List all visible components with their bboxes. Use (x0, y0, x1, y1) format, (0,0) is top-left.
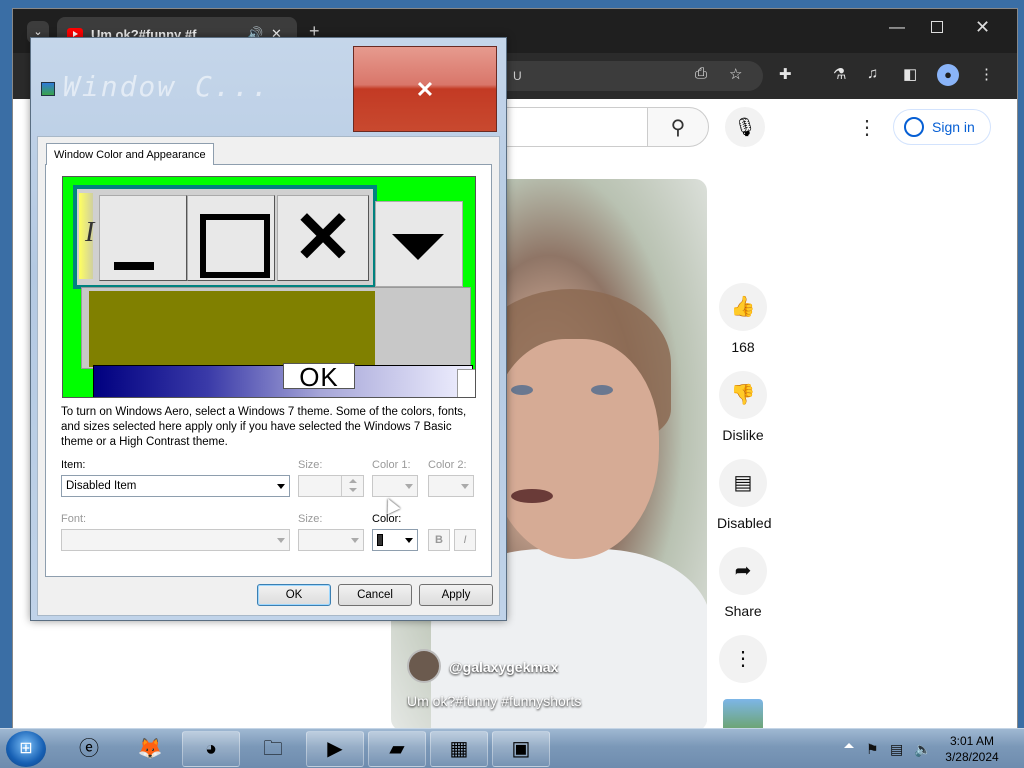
color-swatch (377, 534, 383, 546)
share-label: Share (724, 603, 762, 619)
like-count: 168 (731, 339, 755, 355)
video-face (489, 339, 659, 559)
preview-ok-button: OK (283, 363, 355, 390)
item-label: Item: (61, 459, 86, 471)
dialog-title: Window C... (63, 70, 271, 103)
profile-avatar-icon[interactable]: ● (937, 64, 959, 86)
youtube-menu-kebab-icon[interactable]: ⋮ (857, 115, 877, 140)
account-circle-icon (904, 117, 924, 137)
color2-label: Color 2: (428, 459, 467, 471)
search-icon[interactable]: ⚲ (647, 107, 709, 147)
aero-note: To turn on Windows Aero, select a Window… (61, 406, 467, 448)
minimize-button[interactable]: — (889, 19, 905, 37)
clock-time[interactable]: 3:01 AM (930, 734, 1014, 748)
color1-label: Color 1: (372, 459, 411, 471)
preview-close-icon: ✕ (277, 195, 369, 281)
personalization-taskbar-icon[interactable]: ▣ (492, 731, 550, 767)
channel-name[interactable]: @galaxygekmax (449, 659, 558, 675)
side-panel-icon[interactable]: ◧ (903, 65, 917, 83)
show-hidden-icons-icon[interactable] (844, 743, 854, 748)
cancel-button[interactable]: Cancel (338, 584, 412, 606)
preview-window-area (89, 291, 375, 367)
labs-flask-icon[interactable]: ⚗ (833, 65, 846, 83)
action-center-flag-icon[interactable]: ⚑ (866, 741, 879, 758)
sticky-notes-icon[interactable]: ▰ (368, 731, 426, 767)
preview-dropdown-icon (375, 201, 463, 287)
video-eye-left (511, 385, 533, 395)
sign-in-button[interactable]: Sign in (893, 109, 991, 145)
microphone-icon[interactable]: 🎙 (725, 107, 765, 147)
chevron-down-icon (461, 484, 469, 489)
thumbs-down-icon[interactable]: 👎 (719, 371, 767, 419)
more-options-icon[interactable]: ⋮ (719, 635, 767, 683)
thumbs-up-icon[interactable]: 👍 (719, 283, 767, 331)
chevron-down-icon (405, 538, 413, 543)
control-panel-taskbar-icon[interactable]: ▦ (430, 731, 488, 767)
font-size-label: Size: (298, 513, 323, 525)
video-eye-right (591, 385, 613, 395)
dialog-body: Window Color and Appearance I ✕ OK To tu… (37, 136, 500, 616)
color2-picker[interactable] (428, 475, 474, 497)
share-arrow-icon[interactable]: ➦ (719, 547, 767, 595)
size-label: Size: (298, 459, 323, 471)
sign-in-label: Sign in (932, 119, 975, 135)
maximize-button[interactable] (931, 21, 943, 33)
bold-button[interactable]: B (428, 529, 450, 551)
tab-window-color[interactable]: Window Color and Appearance (46, 143, 214, 165)
font-label: Font: (61, 513, 87, 525)
font-color-label: Color: (372, 513, 402, 525)
preview-maximize-icon (187, 195, 275, 281)
volume-muted-icon[interactable]: 🔈 (914, 741, 931, 758)
internet-explorer-icon[interactable]: ⓔ (60, 731, 118, 767)
tab-panel: I ✕ OK To turn on Windows Aero, select a… (45, 164, 492, 577)
apply-button[interactable]: Apply (419, 584, 493, 606)
chevron-down-icon (351, 538, 359, 543)
share-action[interactable]: ➦ Share (717, 547, 769, 619)
channel-avatar[interactable] (407, 649, 441, 683)
dialog-close-button[interactable]: ✕ (353, 46, 497, 132)
font-select[interactable] (61, 529, 290, 551)
appearance-preview[interactable]: I ✕ OK (62, 176, 476, 398)
italic-button[interactable]: I (454, 529, 476, 551)
like-action[interactable]: 👍 168 (717, 283, 769, 355)
color1-picker[interactable] (372, 475, 418, 497)
menu-kebab-icon[interactable]: ⋮ (979, 65, 994, 83)
dislike-label: Dislike (722, 427, 764, 443)
dislike-action[interactable]: 👎 Dislike (717, 371, 769, 443)
comments-label: Disabled (717, 515, 772, 531)
chrome-taskbar-icon[interactable]: ◕ (182, 731, 240, 767)
ok-button[interactable]: OK (257, 584, 331, 606)
chevron-down-icon (277, 538, 285, 543)
media-controls-icon[interactable]: ♫ (867, 65, 878, 82)
extensions-icon[interactable]: ✚ (779, 65, 792, 83)
network-icon[interactable]: ▤ (890, 741, 903, 758)
video-mouth (511, 489, 553, 503)
install-app-icon[interactable]: ⎙ (695, 65, 707, 82)
item-size-input[interactable] (298, 475, 364, 497)
chevron-down-icon (405, 484, 413, 489)
file-explorer-icon[interactable]: 🗀 (244, 731, 302, 767)
item-select[interactable]: Disabled Item (61, 475, 290, 497)
comment-icon[interactable]: ▤ (719, 459, 767, 507)
window-color-dialog: Window C... ✕ Window Color and Appearanc… (30, 37, 507, 621)
control-panel-icon (41, 82, 55, 96)
media-player-icon[interactable]: ▶ (306, 731, 364, 767)
more-action[interactable]: ⋮ (717, 635, 769, 683)
bookmark-star-icon[interactable]: ☆ (729, 65, 742, 83)
font-size-select[interactable] (298, 529, 364, 551)
firefox-icon[interactable]: 🦊 (121, 731, 179, 767)
video-title[interactable]: Um ok?#funny #funnyshorts (407, 693, 581, 709)
preview-scrollbar (457, 369, 475, 397)
preview-inactive-text: I (85, 217, 95, 248)
window-close-button[interactable]: ✕ (975, 17, 990, 38)
start-button[interactable]: ⊞ (6, 731, 46, 767)
preview-minimize-icon (99, 195, 187, 281)
clock-date[interactable]: 3/28/2024 (930, 750, 1014, 764)
font-color-picker[interactable] (372, 529, 418, 551)
comments-action[interactable]: ▤ Disabled (717, 459, 772, 531)
item-select-value: Disabled Item (66, 480, 137, 492)
chevron-down-icon (277, 484, 285, 489)
taskbar: ⊞ ⓔ 🦊 ◕ 🗀 ▶ ▰ ▦ ▣ ⚑ ▤ 🔈 3:01 AM 3/28/202… (0, 728, 1024, 768)
spinner-icon[interactable] (341, 476, 363, 496)
